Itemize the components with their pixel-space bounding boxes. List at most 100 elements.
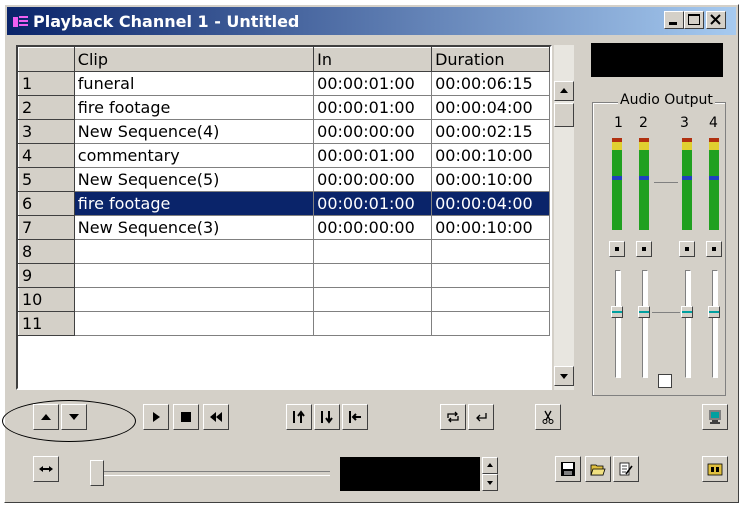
table-row[interactable]: 11 xyxy=(18,311,550,336)
monitor-button[interactable] xyxy=(702,404,728,430)
close-button[interactable] xyxy=(706,11,726,29)
row-number[interactable]: 9 xyxy=(18,263,75,288)
scroll-up-button[interactable] xyxy=(554,81,574,101)
table-row-selected[interactable]: 6 fire footage 00:00:01:00 00:00:04:00 xyxy=(18,191,550,216)
play-button[interactable] xyxy=(143,404,169,430)
duration-cell[interactable]: 00:00:10:00 xyxy=(431,215,550,240)
save-button[interactable] xyxy=(555,456,581,482)
move-down-button[interactable] xyxy=(61,404,87,430)
insert-before-button[interactable] xyxy=(286,404,312,430)
row-number[interactable]: 7 xyxy=(18,215,75,240)
clip-cell[interactable] xyxy=(74,287,315,312)
column-header-clip[interactable]: Clip xyxy=(73,47,315,72)
mute-button-2[interactable] xyxy=(636,241,652,257)
in-cell[interactable]: 00:00:01:00 xyxy=(313,191,433,216)
volume-fader-1[interactable] xyxy=(615,270,621,378)
duration-cell[interactable]: 00:00:04:00 xyxy=(431,191,550,216)
scroll-down-button[interactable] xyxy=(554,366,574,386)
timecode-display[interactable] xyxy=(340,457,480,491)
column-header-duration[interactable]: Duration xyxy=(431,47,550,72)
clip-cell[interactable]: New Sequence(4) xyxy=(74,119,315,144)
fader-knob-3[interactable] xyxy=(681,306,693,318)
spin-up-button[interactable] xyxy=(482,457,498,474)
open-button[interactable] xyxy=(585,456,611,482)
duration-cell[interactable] xyxy=(431,263,550,288)
row-number[interactable]: 10 xyxy=(18,287,75,312)
row-number[interactable]: 5 xyxy=(18,167,75,192)
table-row[interactable]: 8 xyxy=(18,239,550,264)
in-cell[interactable] xyxy=(313,239,433,264)
rewind-button[interactable] xyxy=(203,404,229,430)
position-slider-thumb[interactable] xyxy=(90,460,104,486)
stop-button[interactable] xyxy=(173,404,199,430)
volume-fader-4[interactable] xyxy=(712,270,718,378)
in-cell[interactable] xyxy=(313,263,433,288)
fader-knob-2[interactable] xyxy=(638,306,650,318)
duration-cell[interactable]: 00:00:04:00 xyxy=(431,95,550,120)
position-slider-track[interactable] xyxy=(98,471,330,476)
scroll-thumb[interactable] xyxy=(554,103,574,127)
table-row[interactable]: 4 commentary 00:00:01:00 00:00:10:00 xyxy=(18,143,550,168)
in-cell[interactable] xyxy=(313,311,433,336)
corner-header[interactable] xyxy=(18,47,75,72)
fader-knob-4[interactable] xyxy=(708,306,720,318)
spin-down-button[interactable] xyxy=(482,474,498,491)
row-number[interactable]: 3 xyxy=(18,119,75,144)
edit-properties-button[interactable] xyxy=(613,456,639,482)
in-cell[interactable]: 00:00:01:00 xyxy=(313,71,433,96)
row-number[interactable]: 8 xyxy=(18,239,75,264)
return-button[interactable] xyxy=(468,404,494,430)
table-row[interactable]: 7 New Sequence(3) 00:00:00:00 00:00:10:00 xyxy=(18,215,550,240)
clip-cell[interactable]: fire footage xyxy=(74,191,315,216)
duration-cell[interactable]: 00:00:10:00 xyxy=(431,143,550,168)
maximize-button[interactable] xyxy=(684,11,704,29)
row-number[interactable]: 11 xyxy=(18,311,75,336)
mute-button-1[interactable] xyxy=(609,241,625,257)
row-number[interactable]: 6 xyxy=(18,191,75,216)
row-number[interactable]: 2 xyxy=(18,95,75,120)
grid-scrollbar[interactable] xyxy=(554,45,574,390)
in-cell[interactable]: 00:00:01:00 xyxy=(313,95,433,120)
clip-cell[interactable]: fire footage xyxy=(74,95,315,120)
timecode-spinner[interactable] xyxy=(482,457,498,491)
row-number[interactable]: 4 xyxy=(18,143,75,168)
clip-cell[interactable]: New Sequence(3) xyxy=(74,215,315,240)
fader-knob-1[interactable] xyxy=(611,306,623,318)
in-cell[interactable]: 00:00:00:00 xyxy=(313,215,433,240)
clip-cell[interactable]: funeral xyxy=(74,71,315,96)
duration-cell[interactable] xyxy=(431,239,550,264)
loop-button[interactable] xyxy=(440,404,466,430)
volume-fader-2[interactable] xyxy=(642,270,648,378)
move-up-button[interactable] xyxy=(33,404,59,430)
in-cell[interactable]: 00:00:01:00 xyxy=(313,143,433,168)
table-row[interactable]: 3 New Sequence(4) 00:00:00:00 00:00:02:15 xyxy=(18,119,550,144)
column-header-in[interactable]: In xyxy=(313,47,433,72)
row-number[interactable]: 1 xyxy=(18,71,75,96)
clip-cell[interactable] xyxy=(74,263,315,288)
table-row[interactable]: 5 New Sequence(5) 00:00:00:00 00:00:10:00 xyxy=(18,167,550,192)
minimize-button[interactable] xyxy=(664,11,684,29)
duration-cell[interactable]: 00:00:10:00 xyxy=(431,167,550,192)
in-cell[interactable]: 00:00:00:00 xyxy=(313,119,433,144)
go-to-start-button[interactable] xyxy=(342,404,368,430)
clip-cell[interactable]: commentary xyxy=(74,143,315,168)
table-row[interactable]: 10 xyxy=(18,287,550,312)
table-row[interactable]: 2 fire footage 00:00:01:00 00:00:04:00 xyxy=(18,95,550,120)
clip-bin-button[interactable] xyxy=(702,456,728,482)
mute-button-4[interactable] xyxy=(706,241,722,257)
title-bar[interactable]: Playback Channel 1 - Untitled xyxy=(7,7,736,35)
cut-button[interactable] xyxy=(535,404,561,430)
link-checkbox[interactable] xyxy=(658,374,672,388)
insert-after-button[interactable] xyxy=(314,404,340,430)
duration-cell[interactable]: 00:00:06:15 xyxy=(431,71,550,96)
in-cell[interactable] xyxy=(313,287,433,312)
table-row[interactable]: 9 xyxy=(18,263,550,288)
table-row[interactable]: 1 funeral 00:00:01:00 00:00:06:15 xyxy=(18,71,550,96)
fit-width-button[interactable] xyxy=(33,456,59,482)
mute-button-3[interactable] xyxy=(679,241,695,257)
volume-fader-3[interactable] xyxy=(685,270,691,378)
duration-cell[interactable] xyxy=(431,287,550,312)
clip-cell[interactable] xyxy=(74,311,315,336)
clip-cell[interactable] xyxy=(74,239,315,264)
duration-cell[interactable]: 00:00:02:15 xyxy=(431,119,550,144)
